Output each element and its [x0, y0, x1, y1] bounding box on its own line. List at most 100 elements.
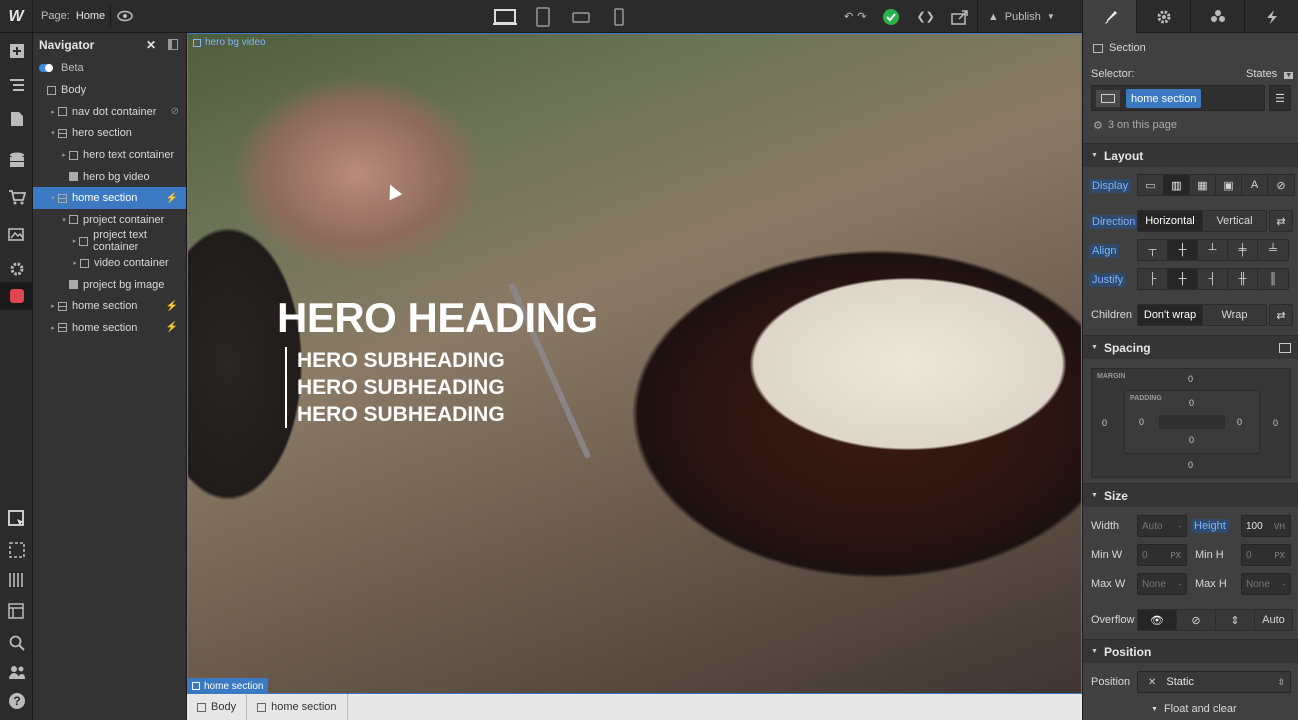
hidden-eye-icon[interactable]: ⊘ — [171, 106, 179, 117]
redo-icon[interactable]: ↷ — [849, 0, 874, 33]
navigator-tree-item[interactable]: project bg image — [33, 273, 186, 295]
cms-database-icon[interactable] — [0, 146, 33, 174]
design-canvas[interactable]: hero bg video HERO HEADING HERO SUBHEADI… — [187, 33, 1082, 694]
record-stop-icon[interactable] — [0, 282, 33, 310]
display-inline-icon[interactable]: A — [1242, 175, 1268, 195]
expand-arrow-icon[interactable]: ▾ — [59, 216, 69, 224]
margin-bottom[interactable]: 0 — [1188, 460, 1193, 470]
navigator-tree-item[interactable]: ▾ hero section — [33, 122, 186, 144]
padding-bottom[interactable]: 0 — [1189, 435, 1194, 445]
overflow-visible-eye-icon[interactable]: 👁 — [1138, 610, 1177, 630]
justify-between-icon[interactable]: ╫ — [1228, 269, 1258, 289]
justify-around-icon[interactable]: ║ — [1258, 269, 1288, 289]
collapse-arrow-icon[interactable]: ▸ — [48, 302, 58, 310]
position-section-header[interactable]: ▼ Position — [1083, 639, 1298, 663]
navigator-tree-item[interactable]: ▸ home section ⚡ — [33, 295, 186, 317]
preview-layout-icon[interactable] — [0, 598, 33, 626]
selector-input[interactable]: home section — [1091, 85, 1265, 111]
hero-subheading[interactable]: HERO SUBHEADING — [297, 374, 505, 401]
direction-vertical[interactable]: Vertical — [1203, 211, 1266, 231]
display-inline-block-icon[interactable]: ▣ — [1216, 175, 1242, 195]
display-none-icon[interactable]: ⊘ — [1268, 175, 1294, 195]
overflow-scroll-icon[interactable]: ⇕ — [1216, 610, 1255, 630]
publish-button[interactable]: ▲ Publish ▼ — [976, 0, 1063, 33]
dont-wrap-option[interactable]: Don't wrap — [1138, 305, 1203, 325]
add-panel-icon[interactable] — [0, 37, 33, 65]
direction-horizontal[interactable]: Horizontal — [1138, 211, 1203, 231]
saved-check-icon[interactable] — [874, 0, 908, 33]
hero-subheading-block[interactable]: HERO SUBHEADING HERO SUBHEADING HERO SUB… — [285, 347, 505, 428]
close-icon[interactable]: ✕ — [146, 38, 156, 52]
mobile-portrait-icon[interactable] — [604, 2, 634, 32]
layout-section-header[interactable]: ▼ Layout — [1083, 143, 1298, 167]
selector-menu-icon[interactable]: ☰ — [1269, 85, 1291, 111]
display-flex-icon[interactable]: ▥ — [1164, 175, 1190, 195]
hero-subheading[interactable]: HERO SUBHEADING — [297, 401, 505, 428]
help-icon[interactable]: ? — [0, 687, 33, 715]
align-end-icon[interactable]: ┴ — [1198, 240, 1228, 260]
navigator-tree-item[interactable]: ▾ home section ⚡ — [33, 186, 186, 209]
navigator-tree-item[interactable]: ▾ project container — [33, 209, 186, 231]
align-stretch-icon[interactable]: ╪ — [1228, 240, 1258, 260]
margin-left[interactable]: 0 — [1102, 418, 1107, 428]
wrap-option[interactable]: Wrap — [1203, 305, 1266, 325]
page-selector[interactable]: Page: Home — [41, 10, 105, 22]
share-icon[interactable] — [943, 0, 977, 33]
collapse-arrow-icon[interactable]: ▸ — [70, 259, 80, 267]
grid-columns-icon[interactable] — [0, 566, 33, 594]
collapse-arrow-icon[interactable]: ▸ — [59, 151, 69, 159]
search-icon[interactable] — [0, 629, 33, 657]
collapse-arrow-icon[interactable]: ▸ — [48, 108, 58, 116]
selector-chip[interactable]: home section — [1126, 89, 1202, 108]
align-start-icon[interactable]: ┬ — [1138, 240, 1168, 260]
size-section-header[interactable]: ▼ Size — [1083, 483, 1298, 507]
justify-start-icon[interactable]: ├ — [1138, 269, 1168, 289]
beta-toggle-row[interactable]: Beta — [33, 57, 186, 79]
position-select[interactable]: ✕ Static ⇳ — [1137, 671, 1291, 693]
navigator-icon[interactable] — [0, 71, 33, 99]
align-center-icon[interactable]: ┼ — [1168, 240, 1198, 260]
justify-end-icon[interactable]: ┤ — [1198, 269, 1228, 289]
dock-panel-icon[interactable] — [168, 39, 178, 50]
navigator-tree-item[interactable]: Body — [33, 79, 186, 101]
collapse-arrow-icon[interactable]: ▸ — [70, 237, 79, 245]
float-and-clear-toggle[interactable]: ▼ Float and clear — [1151, 703, 1237, 715]
min-height-input[interactable]: 0 PX — [1241, 544, 1291, 566]
states-dropdown[interactable]: States ▼ — [1246, 68, 1294, 80]
hero-subheading[interactable]: HERO SUBHEADING — [297, 347, 505, 374]
selector-tag-icon[interactable] — [1096, 90, 1120, 107]
interactions-bolt-icon[interactable] — [1244, 0, 1298, 33]
reverse-direction-icon[interactable]: ⇄ — [1269, 210, 1293, 232]
padding-right[interactable]: 0 — [1237, 417, 1242, 427]
reverse-wrap-icon[interactable]: ⇄ — [1269, 304, 1293, 326]
display-block-icon[interactable]: ▭ — [1138, 175, 1164, 195]
spacing-section-header[interactable]: ▼ Spacing — [1083, 335, 1298, 359]
justify-center-icon[interactable]: ┼ — [1168, 269, 1198, 289]
max-width-input[interactable]: None - — [1137, 573, 1187, 595]
padding-top[interactable]: 0 — [1189, 398, 1194, 408]
breadcrumb-home-section[interactable]: home section — [247, 694, 348, 720]
code-export-icon[interactable]: ❮❯ — [908, 0, 942, 33]
style-manager-drops-icon[interactable] — [1190, 0, 1244, 33]
height-input[interactable]: 100 VH — [1241, 515, 1291, 537]
box-select-icon[interactable] — [0, 536, 33, 564]
navigator-tree-item[interactable]: ▸ video container — [33, 252, 186, 274]
padding-left[interactable]: 0 — [1139, 417, 1144, 427]
margin-right[interactable]: 0 — [1273, 418, 1278, 428]
navigator-tree-item[interactable]: ▸ home section ⚡ — [33, 317, 186, 339]
overflow-auto[interactable]: Auto — [1255, 610, 1292, 630]
navigator-tree-item[interactable]: hero bg video — [33, 165, 186, 187]
preview-eye-icon[interactable] — [110, 5, 134, 27]
style-brush-icon[interactable] — [1082, 0, 1136, 33]
team-users-icon[interactable] — [0, 658, 33, 686]
settings-gear-icon[interactable] — [0, 255, 33, 283]
navigator-tree-item[interactable]: ▸ hero text container — [33, 144, 186, 166]
expand-arrow-icon[interactable]: ▾ — [48, 129, 58, 137]
assets-icon[interactable] — [0, 220, 33, 248]
width-input[interactable]: Auto - — [1137, 515, 1187, 537]
collapse-arrow-icon[interactable]: ▸ — [48, 324, 58, 332]
margin-top[interactable]: 0 — [1188, 374, 1193, 384]
display-grid-icon[interactable]: ▦ — [1190, 175, 1216, 195]
settings-gear-icon[interactable] — [1136, 0, 1190, 33]
expand-arrow-icon[interactable]: ▾ — [48, 194, 58, 202]
